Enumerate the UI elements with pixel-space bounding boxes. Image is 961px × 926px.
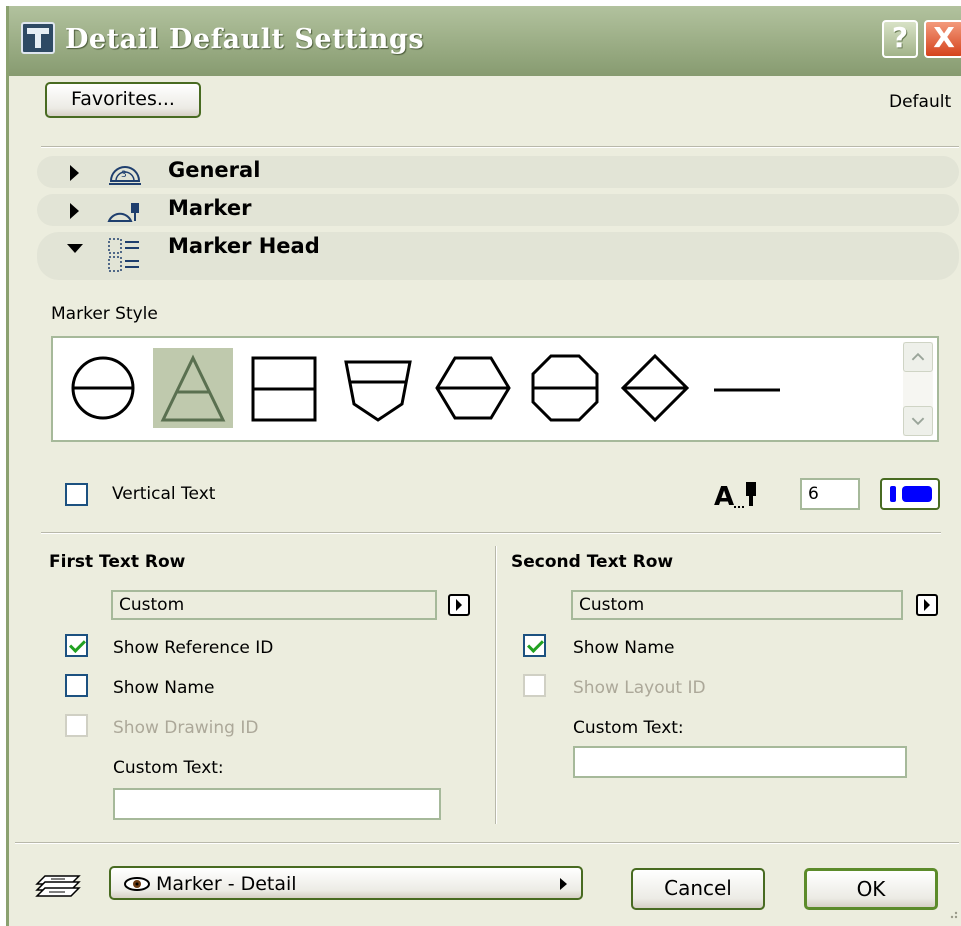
custom-text-input-first[interactable] [113, 788, 441, 820]
scroll-up-icon[interactable] [903, 342, 933, 372]
section-label: General [168, 158, 261, 182]
show-reference-id-checkbox[interactable] [65, 634, 88, 657]
dropdown-arrow-icon [560, 878, 567, 890]
default-label: Default [889, 92, 952, 112]
show-name-checkbox-first[interactable] [65, 674, 88, 697]
close-button[interactable]: X [924, 20, 961, 58]
custom-text-label-second: Custom Text: [573, 718, 684, 738]
marker-style-square[interactable] [243, 348, 323, 428]
section-general[interactable]: 3 General [37, 156, 959, 188]
marker-style-label: Marker Style [51, 304, 158, 324]
app-icon [21, 22, 55, 54]
marker-style-line[interactable] [708, 348, 788, 428]
marker-style-hexagon[interactable] [433, 348, 513, 428]
custom-text-label-first: Custom Text: [113, 758, 224, 778]
section-marker[interactable]: Marker [37, 194, 959, 226]
scroll-down-icon[interactable] [903, 406, 933, 436]
favorites-button[interactable]: Favorites... [45, 82, 201, 118]
section-marker-head[interactable]: Marker Head [37, 232, 959, 280]
window-title: Detail Default Settings [65, 24, 425, 55]
marker-style-octagon[interactable] [525, 348, 605, 428]
title-bar[interactable]: Detail Default Settings ? X [9, 6, 961, 76]
marker-icon [107, 203, 139, 222]
column-divider [495, 546, 497, 824]
first-text-row-heading: First Text Row [49, 552, 186, 572]
layer-select[interactable]: Marker - Detail [109, 866, 583, 900]
show-reference-id-label: Show Reference ID [113, 638, 274, 658]
marker-style-triangle[interactable] [153, 348, 233, 428]
general-icon: 3 [109, 166, 141, 185]
vertical-text-checkbox[interactable] [65, 483, 88, 506]
show-layout-id-label: Show Layout ID [573, 678, 706, 698]
divider [41, 532, 941, 534]
svg-text:3: 3 [121, 170, 127, 180]
marker-style-diamond[interactable] [615, 348, 695, 428]
text-pen-icon: A [714, 482, 756, 512]
expand-arrow-icon[interactable] [70, 165, 79, 181]
help-button[interactable]: ? [882, 20, 918, 58]
divider [41, 146, 959, 148]
show-name-label-first: Show Name [113, 678, 215, 698]
show-drawing-id-label: Show Drawing ID [113, 718, 259, 738]
show-name-checkbox-second[interactable] [523, 634, 546, 657]
eye-icon [124, 877, 150, 891]
marker-style-circle[interactable] [63, 348, 143, 428]
cancel-button[interactable]: Cancel [631, 868, 765, 910]
marker-style-pentagon[interactable] [338, 348, 418, 428]
divider [15, 842, 959, 844]
show-name-label-second: Show Name [573, 638, 675, 658]
pen-color-button[interactable] [880, 478, 940, 510]
layers-icon [35, 875, 81, 897]
first-row-popup-icon[interactable] [448, 594, 470, 616]
marker-style-scrollbar[interactable] [903, 342, 933, 436]
second-row-select[interactable]: Custom [571, 590, 903, 620]
show-layout-id-checkbox [523, 674, 546, 697]
marker-head-icon [108, 238, 139, 272]
show-drawing-id-checkbox [65, 714, 88, 737]
second-text-row-heading: Second Text Row [511, 552, 674, 572]
section-label: Marker [168, 196, 252, 220]
detail-default-settings-dialog: Detail Default Settings ? X Favorites...… [6, 6, 961, 926]
collapse-arrow-icon[interactable] [67, 244, 83, 253]
marker-style-list[interactable] [51, 336, 939, 442]
svg-text:A: A [714, 482, 734, 512]
font-size-input[interactable]: 6 [800, 478, 860, 510]
custom-text-input-second[interactable] [573, 746, 907, 778]
section-label: Marker Head [168, 234, 320, 258]
second-row-popup-icon[interactable] [916, 594, 938, 616]
first-row-select[interactable]: Custom [111, 590, 437, 620]
ok-button[interactable]: OK [804, 868, 938, 910]
vertical-text-label: Vertical Text [112, 484, 216, 504]
resize-grip-icon[interactable] [945, 906, 959, 920]
layer-label: Marker - Detail [156, 873, 297, 895]
expand-arrow-icon[interactable] [70, 203, 79, 219]
